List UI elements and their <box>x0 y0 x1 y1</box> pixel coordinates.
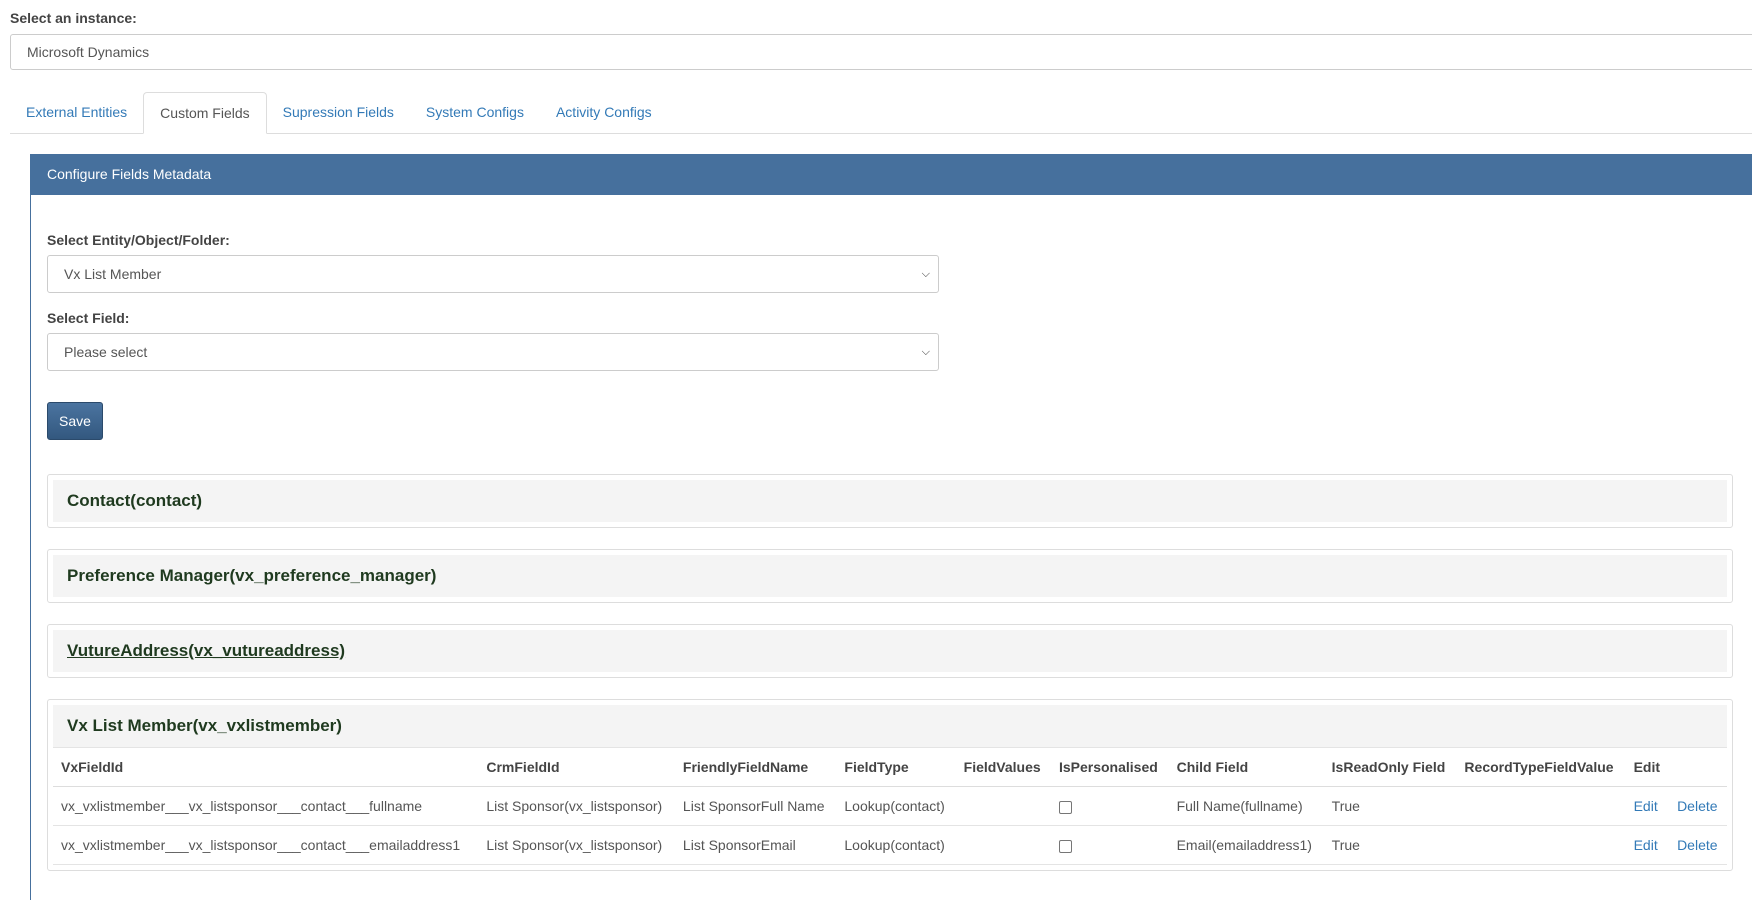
crm-field-id: List Sponsor(vx_listsponsor) <box>478 786 675 826</box>
tab-bar: External Entities Custom Fields Supressi… <box>10 92 1752 134</box>
edit-cell: Edit <box>1625 786 1670 826</box>
fields-table: VxFieldId CrmFieldId FriendlyFieldName F… <box>53 747 1727 865</box>
group-heading[interactable]: Vx List Member(vx_vxlistmember) <box>53 705 1727 747</box>
tab-activity-configs[interactable]: Activity Configs <box>540 92 668 133</box>
group-preference-manager: Preference Manager(vx_preference_manager… <box>47 549 1733 603</box>
edit-cell: Edit <box>1625 825 1670 865</box>
friendly-field-name: List SponsorFull Name <box>674 786 837 826</box>
field-select-value: Please select <box>64 344 148 360</box>
friendly-field-name: List SponsorEmail <box>674 825 837 865</box>
save-button[interactable]: Save <box>47 402 103 440</box>
column-header: VxFieldId <box>53 747 479 787</box>
is-personalised-checkbox[interactable] <box>1058 800 1072 814</box>
instance-label: Select an instance: <box>10 10 137 26</box>
is-read-only: True <box>1323 786 1457 826</box>
column-header: Child Field <box>1168 747 1324 787</box>
chevron-down-icon: ⌵ <box>921 268 930 280</box>
field-values <box>955 786 1051 826</box>
table-row: vx_vxlistmember___vx_listsponsor___conta… <box>53 825 1727 865</box>
page: Select an instance: Microsoft Dynamics E… <box>0 0 1752 900</box>
delete-link[interactable]: Delete <box>1677 837 1717 853</box>
delete-cell: Delete <box>1669 786 1727 826</box>
tab-system-configs[interactable]: System Configs <box>410 92 540 133</box>
group-heading[interactable]: Preference Manager(vx_preference_manager… <box>53 555 1727 597</box>
record-type-field-value <box>1456 786 1626 826</box>
child-field: Email(emailaddress1) <box>1168 825 1324 865</box>
tab-supression-fields[interactable]: Supression Fields <box>267 92 410 133</box>
column-header-empty <box>1669 747 1727 787</box>
edit-link[interactable]: Edit <box>1634 837 1658 853</box>
child-field: Full Name(fullname) <box>1168 786 1324 826</box>
entity-select-value: Vx List Member <box>64 266 162 282</box>
group-heading[interactable]: Contact(contact) <box>53 480 1727 522</box>
is-read-only: True <box>1323 825 1457 865</box>
is-personalised-cell <box>1050 786 1169 826</box>
group-vutureaddress: VutureAddress(vx_vutureaddress) <box>47 624 1733 678</box>
field-values <box>955 825 1051 865</box>
edit-link[interactable]: Edit <box>1634 798 1658 814</box>
column-header: FriendlyFieldName <box>674 747 837 787</box>
field-type: Lookup(contact) <box>836 825 956 865</box>
entity-select[interactable]: Vx List Member ⌵ <box>47 255 939 293</box>
chevron-down-icon: ⌵ <box>921 346 930 358</box>
table-header-row: VxFieldId CrmFieldId FriendlyFieldName F… <box>53 747 1727 787</box>
entity-label: Select Entity/Object/Folder: <box>47 232 230 248</box>
column-header: IsPersonalised <box>1050 747 1169 787</box>
field-type: Lookup(contact) <box>836 786 956 826</box>
group-contact: Contact(contact) <box>47 474 1733 528</box>
instance-select[interactable]: Microsoft Dynamics <box>10 34 1752 70</box>
field-label: Select Field: <box>47 310 130 326</box>
field-select[interactable]: Please select ⌵ <box>47 333 939 371</box>
column-header: RecordTypeFieldValue <box>1456 747 1626 787</box>
vx-field-id: vx_vxlistmember___vx_listsponsor___conta… <box>53 825 479 865</box>
column-header: FieldType <box>836 747 956 787</box>
table-row: vx_vxlistmember___vx_listsponsor___conta… <box>53 786 1727 826</box>
group-heading[interactable]: VutureAddress(vx_vutureaddress) <box>53 630 1727 672</box>
column-header: Edit <box>1625 747 1670 787</box>
column-header: CrmFieldId <box>478 747 675 787</box>
is-personalised-cell <box>1050 825 1169 865</box>
crm-field-id: List Sponsor(vx_listsponsor) <box>478 825 675 865</box>
delete-link[interactable]: Delete <box>1677 798 1717 814</box>
column-header: IsReadOnly Field <box>1323 747 1457 787</box>
record-type-field-value <box>1456 825 1626 865</box>
group-vx-list-member: Vx List Member(vx_vxlistmember) VxFieldI… <box>47 699 1733 871</box>
tab-external-entities[interactable]: External Entities <box>10 92 143 133</box>
delete-cell: Delete <box>1669 825 1727 865</box>
tab-custom-fields[interactable]: Custom Fields <box>143 92 267 134</box>
is-personalised-checkbox[interactable] <box>1058 839 1072 853</box>
configure-fields-panel: Configure Fields Metadata Select Entity/… <box>30 154 1752 900</box>
column-header: FieldValues <box>955 747 1051 787</box>
vx-field-id: vx_vxlistmember___vx_listsponsor___conta… <box>53 786 479 826</box>
panel-title: Configure Fields Metadata <box>31 154 1752 195</box>
